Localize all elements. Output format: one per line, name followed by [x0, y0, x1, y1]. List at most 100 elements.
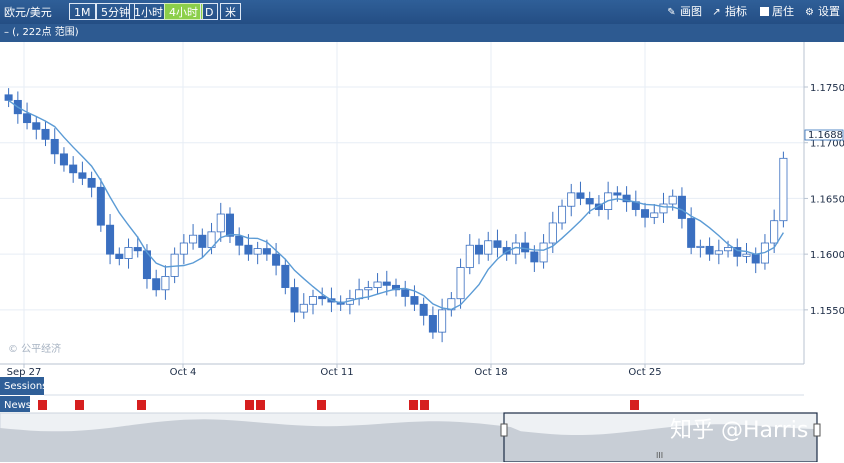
candle-body — [770, 220, 779, 244]
news-markers — [38, 400, 639, 410]
y-tick-label: 1.1600 — [810, 250, 844, 261]
candle-body — [474, 244, 484, 255]
candle-body — [50, 138, 59, 155]
candle-body — [705, 245, 714, 255]
news-marker — [256, 400, 265, 410]
candle-body — [290, 287, 299, 313]
candle-body — [253, 248, 262, 255]
timeframe-4h-button[interactable]: 4小时 — [164, 3, 203, 20]
candle-body — [530, 251, 539, 263]
price-chart[interactable]: 1.17501.17001.16501.16001.1550 Sep 27 Oct… — [0, 42, 844, 462]
candle-body — [677, 195, 686, 219]
candle-body — [401, 289, 410, 297]
candle-body — [78, 172, 87, 179]
candle-body — [161, 276, 170, 291]
navigator-left-handle[interactable] — [500, 423, 508, 437]
candle-body — [373, 281, 382, 288]
candle-body — [318, 296, 327, 300]
candle-body — [668, 195, 677, 205]
candle-body — [23, 113, 32, 124]
candle-body — [742, 253, 751, 257]
candle-body — [714, 250, 723, 255]
candle-body — [225, 213, 234, 237]
candle-body — [410, 296, 419, 305]
indicators-button[interactable]: ↗ 指标 — [711, 4, 747, 20]
candle-body — [779, 157, 788, 222]
candle-body — [41, 128, 50, 140]
settings-button[interactable]: ⚙ 设置 — [804, 4, 840, 20]
candle-body — [87, 177, 96, 188]
gear-icon: ⚙ — [805, 7, 814, 18]
draw-button[interactable]: ✎ 画图 — [666, 4, 702, 20]
center-label: 居住 — [772, 5, 794, 18]
news-marker — [317, 400, 326, 410]
candle-body — [59, 153, 68, 166]
center-toggle[interactable]: 居住 — [760, 4, 794, 19]
candle-body — [244, 244, 253, 255]
x-tick-label: Oct 18 — [474, 367, 507, 378]
candle-body — [539, 242, 548, 263]
timeframe-other-button[interactable]: 米 — [220, 3, 241, 20]
candle-body — [484, 240, 493, 255]
candle-body — [548, 222, 557, 244]
news-marker — [420, 400, 429, 410]
candle-body — [382, 281, 391, 286]
candle-body — [521, 242, 530, 253]
timeframe-1m-button[interactable]: 1M — [69, 3, 96, 20]
symbol-selector[interactable]: 欧元/美元 — [4, 4, 52, 20]
x-tick-label: Sep 27 — [7, 367, 42, 378]
candle-body — [576, 192, 585, 199]
candle-body — [4, 94, 13, 101]
candle-body — [124, 247, 133, 259]
settings-label: 设置 — [818, 5, 840, 18]
candle-body — [724, 247, 733, 252]
candle-body — [650, 212, 659, 218]
toolbar: 欧元/美元 1M 5分钟 1小时 4小时 D 米 ✎ 画图 ↗ 指标 居住 ⚙ 设置 — [0, 0, 844, 24]
candle-body — [456, 267, 465, 300]
candle-body — [189, 234, 198, 244]
candle-body — [687, 218, 696, 248]
candle-body — [751, 253, 760, 264]
timeframe-1h-button[interactable]: 1小时 — [129, 3, 168, 20]
candle-body — [216, 213, 225, 233]
x-tick-label: Oct 11 — [320, 367, 353, 378]
x-tick-label: Oct 4 — [170, 367, 197, 378]
candle-body — [170, 253, 179, 277]
pencil-icon: ✎ — [667, 7, 676, 18]
candle-body — [262, 248, 271, 255]
candle-body — [198, 234, 207, 248]
news-marker — [630, 400, 639, 410]
indicators-label: 指标 — [725, 5, 747, 18]
center-checkbox[interactable] — [760, 7, 769, 16]
range-info: – (, 222点 范围) — [0, 24, 844, 42]
candle-body — [152, 278, 161, 291]
draw-label: 画图 — [680, 5, 702, 18]
candle-body — [438, 309, 447, 333]
news-marker — [137, 400, 146, 410]
candle-body — [32, 122, 41, 130]
candle-body — [641, 209, 650, 218]
y-tick-label: 1.1750 — [810, 83, 844, 94]
candle-body — [419, 303, 428, 316]
news-marker — [38, 400, 47, 410]
candle-body — [659, 203, 668, 214]
news-marker — [75, 400, 84, 410]
candle-body — [465, 244, 474, 268]
sessions-label: Sessions — [4, 381, 47, 392]
y-tick-label: 1.1650 — [810, 194, 844, 205]
candle-body — [308, 296, 317, 305]
candle-body — [428, 315, 437, 333]
overlay-watermark: 知乎 @Harris — [670, 418, 809, 443]
candle-body — [299, 303, 308, 313]
x-axis-ticks: Sep 27 Oct 4 Oct 11 Oct 18 Oct 25 — [7, 364, 662, 378]
candle-body — [696, 245, 705, 248]
timeframe-day-button[interactable]: D — [200, 3, 219, 20]
candle-body — [235, 235, 244, 246]
y-axis-ticks: 1.17501.17001.16501.16001.1550 — [804, 83, 844, 317]
candle-body — [493, 240, 502, 248]
last-price-label: 1.1688 — [808, 130, 843, 141]
candle-body — [133, 247, 142, 252]
candle-body — [613, 192, 622, 196]
candle-body — [106, 224, 115, 255]
navigator-right-handle[interactable] — [813, 423, 821, 437]
